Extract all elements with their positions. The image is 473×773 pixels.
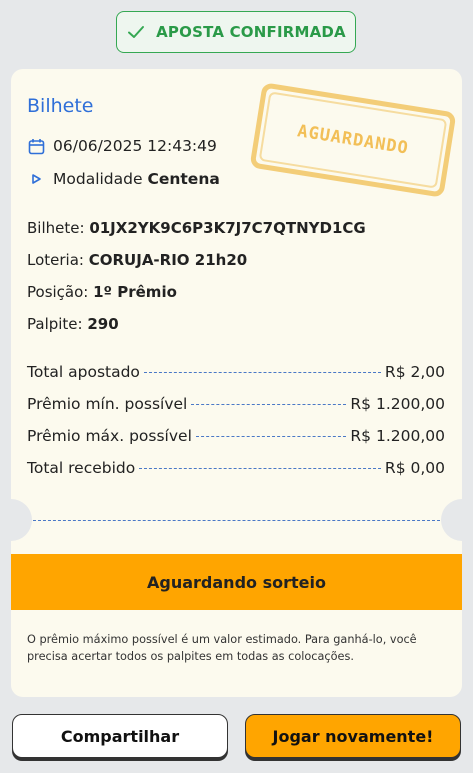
summary-value: R$ 1.200,00 (350, 395, 445, 413)
detail-value: 290 (87, 315, 119, 333)
detail-value: 01JX2YK9C6P3K7J7C7QTNYD1CG (89, 219, 366, 237)
summary-label: Prêmio máx. possível (27, 427, 192, 445)
modalidade-label: Modalidade (53, 170, 143, 188)
detail-loteria: Loteria: CORUJA-RIO 21h20 (27, 251, 247, 269)
calendar-icon (27, 137, 45, 155)
summary-value: R$ 0,00 (384, 459, 445, 477)
detail-value: CORUJA-RIO 21h20 (88, 251, 248, 269)
share-button-label: Compartilhar (60, 726, 180, 746)
detail-value: 1º Prêmio (93, 283, 177, 301)
play-icon (27, 170, 45, 188)
detail-label: Bilhete: (27, 219, 85, 237)
dotted-leader (143, 372, 381, 373)
share-button[interactable]: Compartilhar (12, 714, 228, 758)
ticket-datetime: 06/06/2025 12:43:49 (53, 137, 217, 155)
ticket-title: Bilhete (27, 95, 94, 117)
summary-label: Total apostado (27, 363, 140, 381)
confirmation-badge: APOSTA CONFIRMADA (116, 11, 356, 53)
detail-label: Posição: (27, 283, 89, 301)
disclaimer-text: O prêmio máximo possível é um valor esti… (27, 633, 417, 663)
modalidade-row: Modalidade Centena (27, 170, 220, 188)
check-icon (126, 22, 146, 42)
dotted-leader (139, 468, 381, 469)
status-stamp: AGUARDANDO (249, 82, 457, 198)
summary-row: Total recebido R$ 0,00 (27, 459, 445, 477)
ticket-notch-right (441, 499, 462, 541)
dotted-leader (191, 404, 347, 405)
summary-row: Total apostado R$ 2,00 (27, 363, 445, 381)
detail-bilhete: Bilhete: 01JX2YK9C6P3K7J7C7QTNYD1CG (27, 219, 366, 237)
detail-label: Palpite: (27, 315, 83, 333)
detail-label: Loteria: (27, 251, 84, 269)
ticket-notch-left (11, 499, 32, 541)
play-again-button[interactable]: Jogar novamente! (245, 714, 461, 758)
status-bar: Aguardando sorteio (11, 554, 462, 610)
summary-row: Prêmio máx. possível R$ 1.200,00 (27, 427, 445, 445)
ticket-datetime-row: 06/06/2025 12:43:49 (27, 137, 217, 155)
detail-palpite: Palpite: 290 (27, 315, 119, 333)
summary-value: R$ 2,00 (384, 363, 445, 381)
confirmation-label: APOSTA CONFIRMADA (156, 23, 346, 41)
modalidade-value: Centena (147, 170, 220, 188)
ticket-card: Bilhete AGUARDANDO 06/06/2025 12:43:49 M… (11, 69, 462, 697)
summary-value: R$ 1.200,00 (350, 427, 445, 445)
play-again-button-label: Jogar novamente! (272, 726, 434, 746)
stamp-text: AGUARDANDO (295, 121, 411, 159)
summary-label: Prêmio mín. possível (27, 395, 188, 413)
detail-posicao: Posição: 1º Prêmio (27, 283, 177, 301)
dotted-leader (195, 436, 347, 437)
status-text: Aguardando sorteio (147, 572, 326, 592)
summary-row: Prêmio mín. possível R$ 1.200,00 (27, 395, 445, 413)
summary-label: Total recebido (27, 459, 136, 477)
perforation-line (33, 520, 440, 521)
